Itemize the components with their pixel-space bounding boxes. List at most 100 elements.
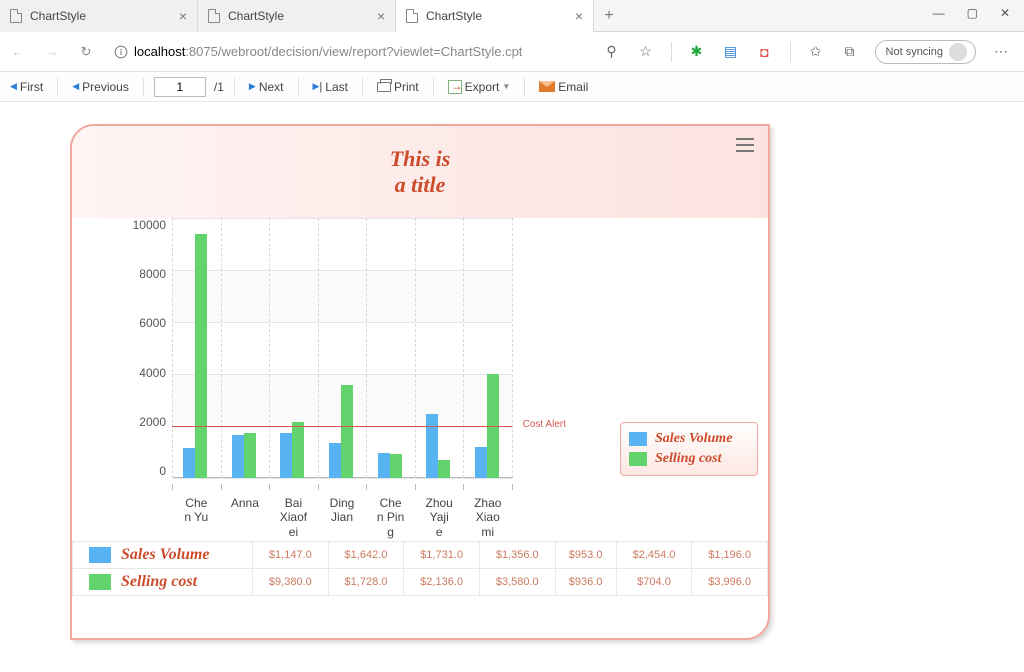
data-cell: $2,136.0 [404,569,480,596]
url-text: localhost:8075/webroot/decision/view/rep… [134,44,579,59]
row-header-selling-cost: Selling cost [73,569,253,596]
close-icon[interactable]: × [575,8,583,24]
x-category-label: Bai Xiaof ei [269,494,318,539]
data-cell: $1,356.0 [479,542,555,569]
favorite-icon[interactable]: ☆ [637,43,655,60]
x-category-label: Che n Pin g [366,494,415,539]
sync-label: Not syncing [886,46,943,58]
document-icon [10,9,22,23]
data-cell: $1,642.0 [328,542,404,569]
shield-icon[interactable]: ◘ [756,44,774,60]
back-icon[interactable]: ← [6,44,30,59]
bar-sales-volume[interactable] [232,435,244,478]
bar-sales-volume[interactable] [280,433,292,478]
table-row: Sales Volume $1,147.0 $1,642.0 $1,731.0 … [73,542,768,569]
url-box[interactable]: localhost:8075/webroot/decision/view/rep… [108,44,585,59]
maximize-icon[interactable]: ▢ [967,6,978,20]
minimize-icon[interactable]: — [933,6,945,20]
more-icon[interactable]: ⋯ [992,43,1010,60]
favorites-bar-icon[interactable]: ✩ [807,43,825,60]
collections-icon[interactable]: ⧉ [841,43,859,60]
x-axis-categories: Che n YuAnnaBai Xiaof eiDing JianChe n P… [172,494,512,539]
chart-legend: Sales Volume Selling cost [620,422,758,476]
data-cell: $1,147.0 [253,542,329,569]
y-tick: 0 [159,464,166,478]
browser-tab-2[interactable]: ChartStyle × [396,0,594,32]
previous-page-button[interactable]: ◀Previous [68,80,133,94]
close-icon[interactable]: × [377,8,385,24]
window-close-icon[interactable]: ✕ [1000,6,1010,20]
last-page-button[interactable]: ▶|Last [309,80,352,94]
x-category-label: Zhao Xiao mi [463,494,512,539]
data-cell: $953.0 [555,542,616,569]
profile-avatar-icon [949,43,967,61]
y-tick: 10000 [133,218,166,232]
chart-title: This is a title [390,146,451,199]
x-category-label: Anna [221,494,270,539]
legend-item-sales-volume[interactable]: Sales Volume [629,429,749,449]
chart-container: This is a title 10000 8000 6000 4000 200… [70,124,770,640]
bar-sales-volume[interactable] [329,443,341,478]
close-icon[interactable]: × [179,8,187,24]
x-category-label: Ding Jian [318,494,367,539]
tab-title: ChartStyle [30,9,171,23]
x-category-label: Zhou Yaji e [415,494,464,539]
y-tick: 8000 [139,267,166,281]
bar-selling-cost[interactable] [195,234,207,478]
page-number-input[interactable] [154,77,206,97]
site-info-icon[interactable] [114,45,128,59]
bar-sales-volume[interactable] [426,414,438,478]
tab-title: ChartStyle [228,9,369,23]
browser-tab-0[interactable]: ChartStyle × [0,0,198,32]
report-viewport: This is a title 10000 8000 6000 4000 200… [0,102,1024,672]
legend-swatch-icon [629,432,647,446]
y-tick: 2000 [139,415,166,429]
document-icon [406,9,418,23]
data-cell: $3,996.0 [692,569,768,596]
export-button[interactable]: Export ▼ [444,80,515,94]
bar-sales-volume[interactable] [475,447,487,478]
bar-selling-cost[interactable] [292,422,304,478]
x-category-label: Che n Yu [172,494,221,539]
bar-selling-cost[interactable] [438,460,450,478]
bar-selling-cost[interactable] [244,433,256,478]
page-total: /1 [214,80,224,94]
bar-sales-volume[interactable] [378,453,390,478]
legend-swatch-icon [629,452,647,466]
bar-sales-volume[interactable] [183,448,195,478]
data-cell: $936.0 [555,569,616,596]
first-page-button[interactable]: ◀First [6,80,47,94]
y-axis: 10000 8000 6000 4000 2000 0 [72,218,172,478]
sync-status[interactable]: Not syncing [875,40,976,64]
data-cell: $1,728.0 [328,569,404,596]
document-icon [208,9,220,23]
data-cell: $1,731.0 [404,542,480,569]
next-page-button[interactable]: ▶Next [245,80,288,94]
bar-selling-cost[interactable] [390,454,402,478]
evernote-icon[interactable]: ✱ [688,43,706,60]
legend-swatch-icon [89,574,111,590]
print-button[interactable]: Print [373,80,423,94]
data-cell: $3,580.0 [479,569,555,596]
new-tab-button[interactable]: + [594,0,624,32]
legend-item-selling-cost[interactable]: Selling cost [629,449,749,469]
refresh-icon[interactable]: ↻ [74,44,98,60]
data-cell: $704.0 [616,569,692,596]
forward-icon[interactable]: → [40,44,64,59]
browser-tab-1[interactable]: ChartStyle × [198,0,396,32]
browser-address-bar: ← → ↻ localhost:8075/webroot/decision/vi… [0,32,1024,72]
data-cell: $1,196.0 [692,542,768,569]
table-row: Selling cost $9,380.0 $1,728.0 $2,136.0 … [73,569,768,596]
cost-alert-line [172,426,512,427]
email-button[interactable]: Email [535,80,592,94]
reader-icon[interactable]: ▤ [722,43,740,60]
zoom-icon[interactable]: ⚲ [603,43,621,60]
plot-area: Cost Alert [172,218,512,490]
chart-menu-icon[interactable] [736,138,754,152]
bar-selling-cost[interactable] [341,385,353,478]
export-icon [448,80,462,94]
y-tick: 4000 [139,366,166,380]
email-icon [539,81,555,92]
chart-data-table: Sales Volume $1,147.0 $1,642.0 $1,731.0 … [72,541,768,596]
browser-tab-strip: ChartStyle × ChartStyle × ChartStyle × +… [0,0,1024,32]
